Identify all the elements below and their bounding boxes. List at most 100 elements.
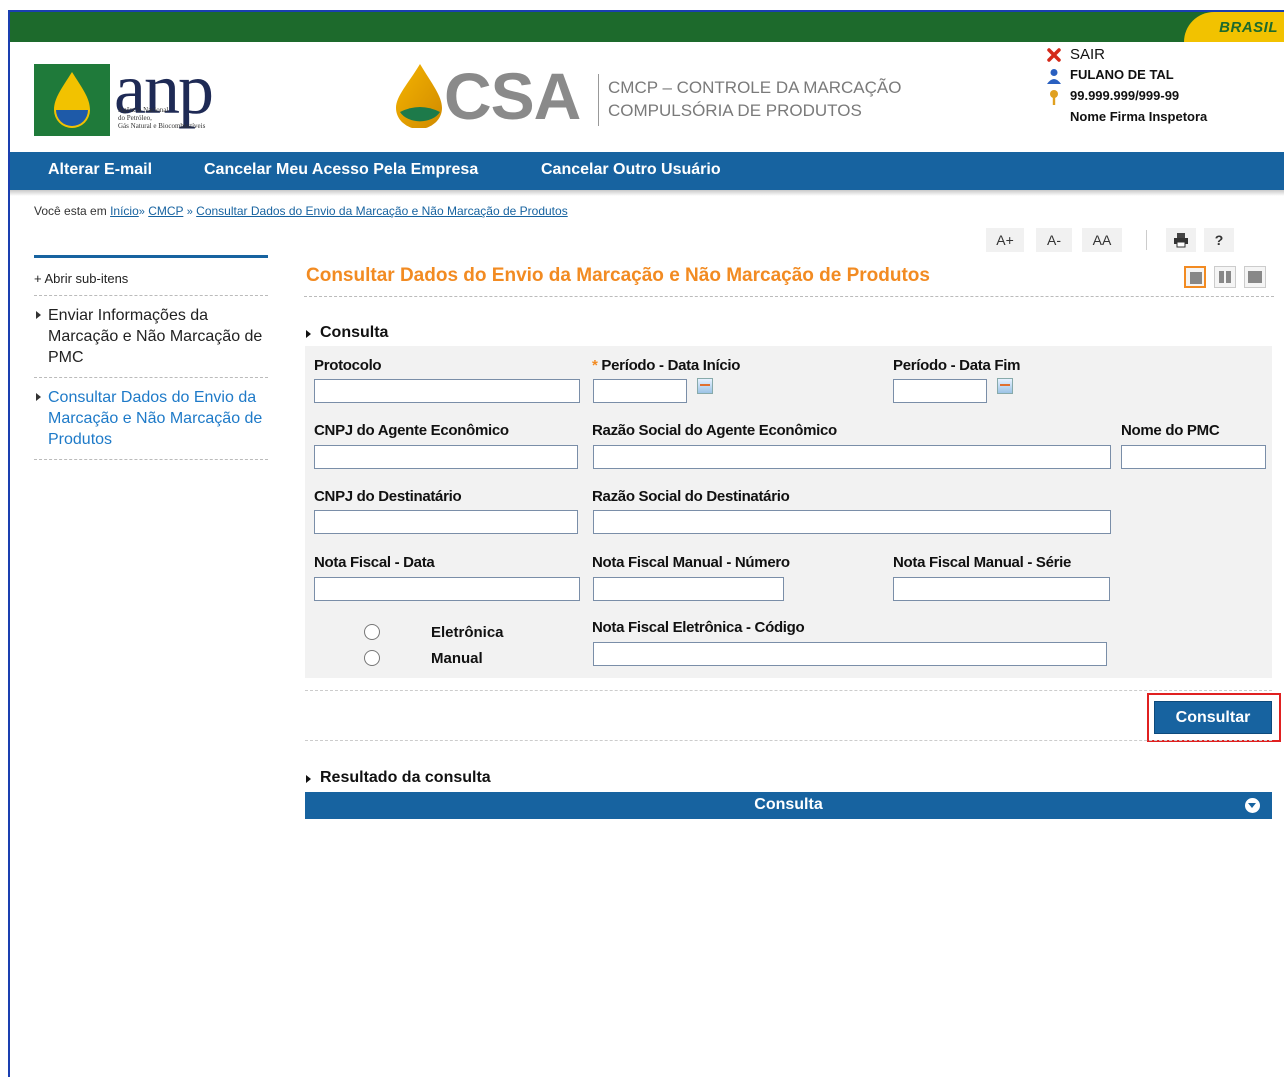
nf-data-input[interactable] bbox=[314, 577, 580, 601]
radio-manual-label: Manual bbox=[431, 650, 483, 667]
gov-bar: BRASIL bbox=[10, 12, 1284, 42]
required-mark: * bbox=[592, 357, 598, 374]
sidebar-divider bbox=[34, 377, 268, 378]
calendar-icon[interactable] bbox=[997, 378, 1013, 394]
close-icon bbox=[1047, 48, 1061, 62]
form-divider bbox=[305, 740, 1272, 741]
expand-arrow-icon bbox=[306, 330, 311, 338]
breadcrumb: Você esta em Início» CMCP » Consultar Da… bbox=[34, 204, 568, 218]
user-company: Nome Firma Inspetora bbox=[1070, 109, 1208, 124]
breadcrumb-prefix: Você esta em bbox=[34, 204, 107, 218]
nf-eletronica-codigo-label: Nota Fiscal Eletrônica - Código bbox=[592, 619, 805, 636]
protocolo-input[interactable] bbox=[314, 379, 580, 403]
result-panel-header[interactable]: Consulta bbox=[305, 792, 1272, 819]
layout-one-column-button[interactable] bbox=[1184, 266, 1206, 288]
cnpj-agente-input[interactable] bbox=[314, 445, 578, 469]
sidebar-divider bbox=[34, 295, 268, 296]
result-panel-title: Consulta bbox=[754, 796, 823, 813]
anp-subtitle-line: do Petróleo, bbox=[118, 114, 152, 122]
nav-alterar-email[interactable]: Alterar E-mail bbox=[48, 161, 152, 179]
font-increase-button[interactable]: A+ bbox=[986, 228, 1024, 252]
razao-destinatario-input[interactable] bbox=[593, 510, 1111, 534]
csa-title-line1: CMCP – CONTROLE DA MARCAÇÃO bbox=[608, 78, 902, 97]
logout-link[interactable]: SAIR bbox=[1040, 46, 1270, 67]
nf-manual-numero-label: Nota Fiscal Manual - Número bbox=[592, 554, 790, 571]
sidebar-divider bbox=[34, 459, 268, 460]
razao-agente-input[interactable] bbox=[593, 445, 1111, 469]
page-title: Consultar Dados do Envio da Marcação e N… bbox=[306, 265, 930, 286]
accessibility-tools: A+ A- AA ? bbox=[986, 228, 1246, 252]
layout-full-button[interactable] bbox=[1244, 266, 1266, 288]
nf-manual-serie-label: Nota Fiscal Manual - Série bbox=[893, 554, 1072, 571]
protocolo-label: Protocolo bbox=[314, 357, 382, 374]
key-icon bbox=[1050, 90, 1058, 105]
nf-data-label: Nota Fiscal - Data bbox=[314, 554, 435, 571]
data-fim-input[interactable] bbox=[893, 379, 987, 403]
consulta-section-toggle[interactable]: Consulta bbox=[306, 324, 388, 342]
nf-eletronica-codigo-input[interactable] bbox=[593, 642, 1107, 666]
nav-cancelar-meu-acesso[interactable]: Cancelar Meu Acesso Pela Empresa bbox=[204, 161, 478, 179]
user-name-row: FULANO DE TAL bbox=[1040, 67, 1270, 88]
nome-pmc-input[interactable] bbox=[1121, 445, 1266, 469]
user-info: SAIR FULANO DE TAL 99.999.999/999-99 Nom… bbox=[1040, 46, 1270, 130]
user-name: FULANO DE TAL bbox=[1070, 67, 1174, 82]
csa-drop-icon bbox=[396, 64, 442, 128]
header: anp Agência Nacional do Petróleo, Gás Na… bbox=[10, 42, 1284, 152]
breadcrumb-inicio[interactable]: Início bbox=[110, 204, 139, 218]
nav-cancelar-outro-usuario[interactable]: Cancelar Outro Usuário bbox=[541, 161, 721, 179]
data-inicio-label-text: Período - Data Início bbox=[601, 357, 741, 374]
cnpj-agente-label: CNPJ do Agente Econômico bbox=[314, 422, 509, 439]
expand-arrow-icon bbox=[306, 775, 311, 783]
anp-logo[interactable]: anp Agência Nacional do Petróleo, Gás Na… bbox=[34, 49, 244, 138]
user-document-row: 99.999.999/999-99 bbox=[1040, 88, 1270, 109]
nf-manual-serie-input[interactable] bbox=[893, 577, 1110, 601]
sidebar: + Abrir sub-itens Enviar Informações da … bbox=[34, 255, 268, 460]
layout-two-column-icon bbox=[1226, 271, 1231, 283]
breadcrumb-current[interactable]: Consultar Dados do Envio da Marcação e N… bbox=[196, 204, 568, 218]
font-decrease-button[interactable]: A- bbox=[1036, 228, 1072, 252]
brasil-badge[interactable]: BRASIL bbox=[1184, 12, 1284, 42]
print-icon bbox=[1174, 233, 1188, 248]
sidebar-topline bbox=[34, 255, 268, 258]
sidebar-item-label: Enviar Informações da Marcação e Não Mar… bbox=[48, 307, 263, 366]
razao-agente-label: Razão Social do Agente Econômico bbox=[592, 422, 837, 439]
search-form: Protocolo * Período - Data Início Períod… bbox=[305, 346, 1272, 678]
form-divider bbox=[305, 690, 1272, 691]
sidebar-item-label: Consultar Dados do Envio da Marcação e N… bbox=[48, 389, 263, 448]
data-inicio-input[interactable] bbox=[593, 379, 687, 403]
sidebar-item-consultar[interactable]: Consultar Dados do Envio da Marcação e N… bbox=[34, 387, 268, 450]
user-company-row: Nome Firma Inspetora bbox=[1040, 109, 1270, 130]
nav-shadow bbox=[10, 190, 1284, 196]
layout-one-column-icon bbox=[1190, 272, 1202, 284]
print-button[interactable] bbox=[1166, 228, 1196, 252]
help-button[interactable]: ? bbox=[1204, 228, 1234, 252]
layout-full-icon bbox=[1248, 271, 1262, 283]
breadcrumb-cmcp[interactable]: CMCP bbox=[148, 204, 183, 218]
csa-title-line2: COMPULSÓRIA DE PRODUTOS bbox=[608, 101, 862, 120]
cnpj-destinatario-input[interactable] bbox=[314, 510, 578, 534]
anp-drop-icon bbox=[54, 72, 90, 128]
layout-switcher bbox=[1184, 266, 1274, 290]
page: BRASIL anp Agência Nacional do Petróleo,… bbox=[0, 0, 1284, 1077]
bullet-icon bbox=[36, 311, 41, 319]
sidebar-item-enviar[interactable]: Enviar Informações da Marcação e Não Mar… bbox=[34, 305, 268, 368]
radio-eletronica-label: Eletrônica bbox=[431, 624, 504, 641]
section-heading: Consulta bbox=[320, 324, 389, 341]
csa-logo: CSA CMCP – CONTROLE DA MARCAÇÃO COMPULSÓ… bbox=[390, 59, 910, 133]
layout-two-column-button[interactable] bbox=[1214, 266, 1236, 288]
nf-manual-numero-input[interactable] bbox=[593, 577, 784, 601]
result-section-toggle[interactable]: Resultado da consulta bbox=[306, 769, 491, 787]
consultar-button[interactable]: Consultar bbox=[1154, 701, 1272, 734]
expand-subitems-link[interactable]: + Abrir sub-itens bbox=[34, 271, 268, 286]
cnpj-destinatario-label: CNPJ do Destinatário bbox=[314, 488, 462, 505]
anp-subtitle: Agência Nacional do Petróleo, Gás Natura… bbox=[118, 106, 248, 130]
radio-eletronica[interactable] bbox=[364, 624, 380, 640]
calendar-icon[interactable] bbox=[697, 378, 713, 394]
radio-manual[interactable] bbox=[364, 650, 380, 666]
font-reset-button[interactable]: AA bbox=[1082, 228, 1122, 252]
chevron-down-icon[interactable] bbox=[1245, 798, 1260, 813]
razao-destinatario-label: Razão Social do Destinatário bbox=[592, 488, 790, 505]
user-icon bbox=[1047, 69, 1061, 84]
tools-divider bbox=[1146, 230, 1147, 250]
layout-two-column-icon bbox=[1219, 271, 1224, 283]
